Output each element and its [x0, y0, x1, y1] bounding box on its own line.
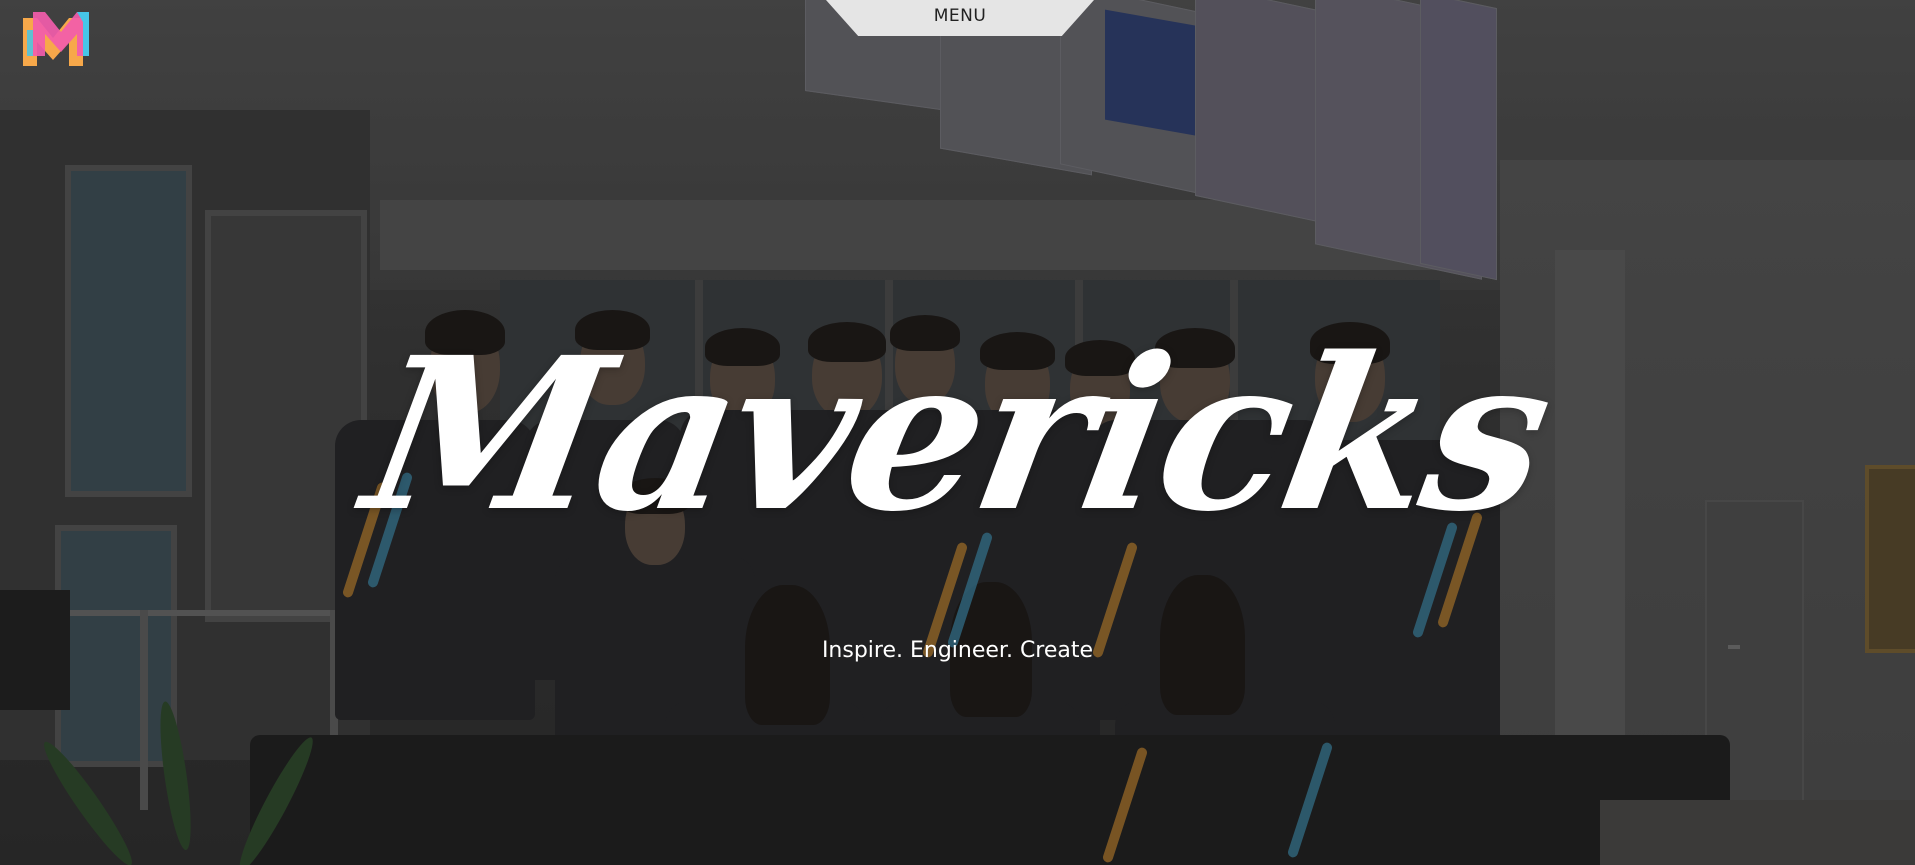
- mavericks-m-logo-icon[interactable]: [19, 8, 101, 70]
- hero-title: Mavericks: [350, 311, 1565, 558]
- menu-button[interactable]: MENU: [826, 0, 1094, 36]
- hero-tagline: Inspire. Engineer. Create: [821, 638, 1094, 663]
- hero-section: MENU Mavericks Inspire. Engineer. Create: [0, 0, 1915, 865]
- logo-m-mark: [23, 12, 89, 66]
- menu-label: MENU: [933, 6, 987, 26]
